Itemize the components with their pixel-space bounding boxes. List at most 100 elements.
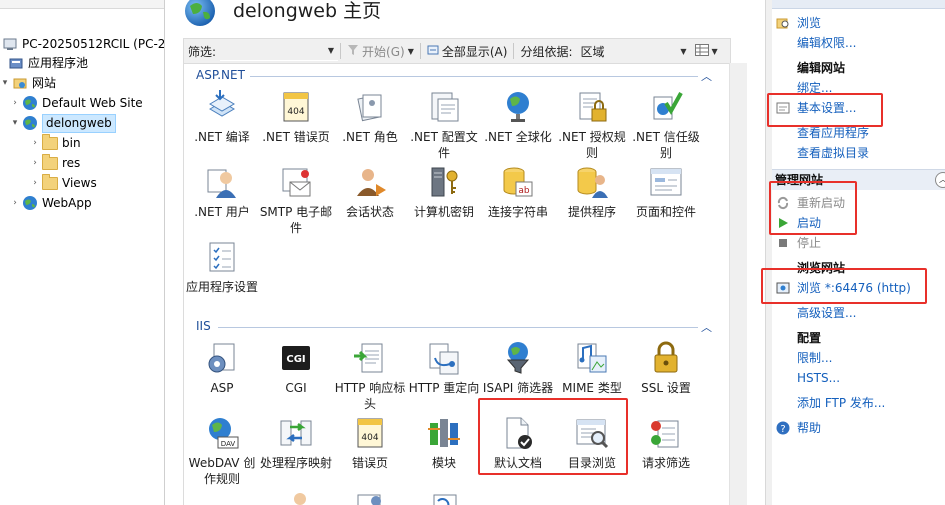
tree-sites-node[interactable]: ▾ 网站 [0,73,56,93]
limits-link[interactable]: 限制... [797,349,832,367]
basic-settings-link[interactable]: 基本设置... [797,99,856,117]
feature-partial-1[interactable] [258,489,334,505]
feature-label: .NET 错误页 [262,130,330,144]
help-link[interactable]: 帮助 [797,419,821,437]
feature-http-redirect[interactable]: HTTP 重定向 [406,340,482,396]
feature-smtp-email[interactable]: SMTP 电子邮件 [258,164,334,236]
expand-arrow-icon[interactable]: › [30,153,40,173]
view-grid-icon [694,43,709,59]
toolbar-separator [513,43,515,59]
feature-partial-3[interactable] [406,489,482,505]
cgi-icon: CGI [282,346,310,370]
feature-net-globalization[interactable]: .NET 全球化 [480,89,556,145]
collapse-chevron-icon[interactable]: ︿ [701,319,712,335]
view-toggle-button[interactable]: ▼ [691,40,722,62]
feature-ssl-settings[interactable]: SSL 设置 [628,340,704,396]
feature-connection-strings[interactable]: ab 连接字符串 [480,164,556,220]
hsts-link[interactable]: HSTS... [797,369,840,387]
feature-net-trust-levels[interactable]: .NET 信任级别 [628,89,704,161]
feature-label: .NET 角色 [342,130,398,144]
feature-mime-types[interactable]: MIME 类型 [554,340,630,396]
feature-label: ISAPI 筛选器 [482,381,554,395]
feature-partial-2[interactable] [332,489,408,505]
feature-net-roles[interactable]: .NET 角色 [332,89,408,145]
feature-label: .NET 全球化 [484,130,552,144]
feature-label: MIME 类型 [562,381,622,395]
browse-port-link[interactable]: 浏览 *:64476 (http) [797,279,911,297]
feature-session-state[interactable]: 会话状态 [332,164,408,220]
feature-asp[interactable]: ASP [184,340,260,396]
help-icon: ? [776,421,790,435]
handler-mappings-icon [280,420,312,446]
start-filter-button[interactable]: 开始(G) ▼ [343,40,418,62]
machine-key-icon [431,167,458,197]
expand-arrow-icon[interactable]: › [10,93,20,113]
group-header-iis[interactable]: IIS ︿ [190,319,720,335]
feature-cgi[interactable]: CGI CGI [258,340,334,396]
view-virtual-directories-link[interactable]: 查看虚拟目录 [797,144,869,162]
feature-net-profile[interactable]: .NET 配置文件 [406,89,482,161]
expand-arrow-icon[interactable]: › [10,193,20,213]
group-by-select[interactable]: 区域 ▼ [577,40,691,62]
feature-pages-and-controls[interactable]: 页面和控件 [628,164,704,220]
feature-default-document[interactable]: 默认文档 [480,415,556,471]
feature-providers[interactable]: 提供程序 [554,164,630,220]
add-ftp-publishing-link[interactable]: 添加 FTP 发布... [797,394,885,412]
feature-isapi-filters[interactable]: ISAPI 筛选器 [480,340,556,396]
feature-net-authorization-rules[interactable]: .NET 授权规则 [554,89,630,161]
svg-text:CGI: CGI [286,354,305,365]
tree-webapp-node[interactable]: › WebApp [10,193,92,213]
restart-link[interactable]: 重新启动 [797,194,845,212]
tree-server-node[interactable]: PC-20250512RCIL (PC-2025 [2,34,164,54]
stop-link[interactable]: 停止 [797,234,821,252]
feature-modules[interactable]: 模块 [406,415,482,471]
show-all-button[interactable]: 全部显示(A) [423,40,512,62]
tree-apppools-node[interactable]: 应用程序池 [8,53,88,73]
feature-label: 连接字符串 [487,205,548,219]
bindings-link[interactable]: 绑定... [797,79,832,97]
expand-arrow-icon[interactable]: ▾ [0,73,10,93]
feature-directory-browsing[interactable]: 目录浏览 [554,415,630,471]
vertical-scrollbar[interactable] [729,63,747,505]
features-view: delongweb 主页 筛选: ▼ 开始(G) ▼ 全部显示(A) 分组依据:… [165,0,765,505]
filter-input[interactable]: ▼ [220,42,339,61]
expand-arrow-icon[interactable]: › [30,173,40,193]
feature-net-users[interactable]: .NET 用户 [184,164,260,220]
explore-link[interactable]: 浏览 [797,14,821,32]
tree-views-node[interactable]: › Views [30,173,97,193]
feature-label: SSL 设置 [641,381,691,395]
advanced-settings-link[interactable]: 高级设置... [797,304,856,322]
feature-label: 模块 [431,456,456,470]
tree-default-site-node[interactable]: › Default Web Site [10,93,143,113]
feature-webdav-authoring-rules[interactable]: DAV WebDAV 创作规则 [184,415,260,487]
feature-http-response-headers[interactable]: HTTP 响应标头 [332,340,408,412]
feature-net-error-pages[interactable]: 404 .NET 错误页 [258,89,334,145]
providers-icon [577,167,608,198]
collapse-arrow-icon[interactable]: ▾ [10,113,20,133]
manage-site-header: 管理网站 [775,173,824,187]
tree-label: 应用程序池 [28,56,89,70]
tree-bin-node[interactable]: › bin [30,133,81,153]
start-link[interactable]: 启动 [797,214,821,232]
refresh-page-icon [433,494,457,505]
feature-net-compilation[interactable]: .NET 编译 [184,89,260,145]
tree-res-node[interactable]: › res [30,153,80,173]
feature-app-settings[interactable]: 应用程序设置 [184,239,260,295]
expand-arrow-icon[interactable]: › [30,133,40,153]
site-globe-icon [183,0,217,31]
feature-handler-mappings[interactable]: 处理程序映射 [258,415,334,471]
collapse-section-icon[interactable]: ︿ [935,172,945,188]
svg-text:404: 404 [287,107,304,117]
tree-delongweb-node[interactable]: ▾ delongweb [10,113,116,133]
feature-request-filtering[interactable]: 请求筛选 [628,415,704,471]
dropdown-arrow-icon: ▼ [407,46,414,56]
feature-machine-key[interactable]: 计算机密钥 [406,164,482,220]
server-icon [2,36,18,52]
basic-settings-icon [776,101,790,115]
group-header-aspnet[interactable]: ASP.NET ︿ [190,68,720,84]
feature-label: .NET 授权规则 [558,130,626,160]
edit-permissions-link[interactable]: 编辑权限... [797,34,856,52]
collapse-chevron-icon[interactable]: ︿ [701,68,712,84]
view-applications-link[interactable]: 查看应用程序 [797,124,869,142]
feature-error-pages[interactable]: 404 错误页 [332,415,408,471]
